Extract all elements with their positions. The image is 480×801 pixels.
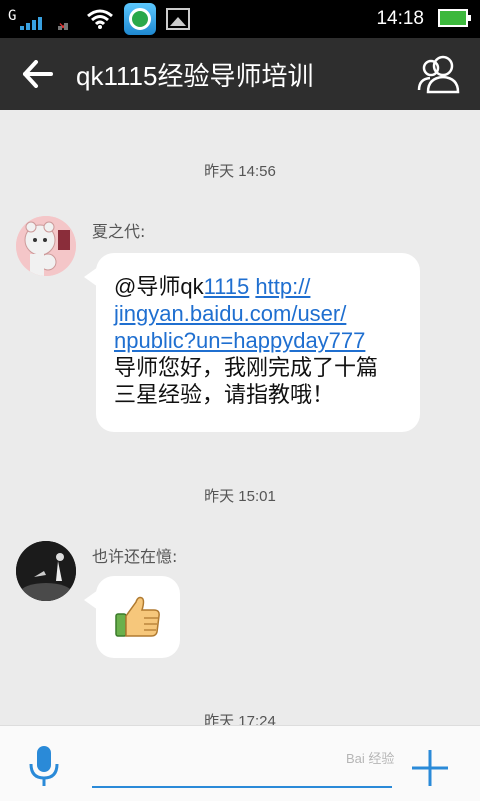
- link-url-line2[interactable]: jingyan.baidu.com/user/: [114, 301, 346, 326]
- wifi-icon: [87, 9, 113, 29]
- plus-icon: [412, 750, 448, 786]
- status-bar: G ✕ 14:18: [0, 0, 480, 38]
- back-button[interactable]: [18, 54, 58, 94]
- thumbs-up-icon: [115, 596, 160, 637]
- status-time: 14:18: [376, 8, 424, 29]
- message-bubble[interactable]: [84, 576, 180, 658]
- message-timestamp: 昨天 17:24: [204, 713, 276, 725]
- link-url-line3[interactable]: npublic?un=happyday777: [114, 328, 365, 353]
- sender-name: 也许还在憶:: [92, 547, 178, 566]
- add-attachment-button[interactable]: [408, 746, 452, 790]
- header: qk1115经验导师培训: [0, 38, 480, 110]
- input-bar: [0, 725, 480, 801]
- dark-scene-avatar-icon: [16, 541, 76, 601]
- avatar[interactable]: [16, 216, 76, 276]
- status-icons: G ✕: [8, 3, 190, 35]
- message-line: 导师您好，我刚完成了十篇: [114, 355, 379, 380]
- chat-list[interactable]: 昨天 14:56 夏之代: @导师qk1115 http:// jingyan.…: [0, 110, 480, 725]
- network-type-label: G: [8, 8, 17, 24]
- link-number[interactable]: 1115: [204, 274, 250, 299]
- watermark: Bai 经验: [346, 751, 395, 766]
- link-url[interactable]: http://: [255, 274, 310, 299]
- avatar[interactable]: [16, 541, 76, 601]
- voice-input-button[interactable]: [26, 744, 62, 788]
- sender-name: 夏之代:: [92, 222, 146, 241]
- thumbs-up-emoji: [114, 594, 162, 640]
- arrow-left-icon: [23, 60, 53, 88]
- group-members-button[interactable]: [416, 52, 462, 96]
- no-signal-icon: ✕: [54, 6, 76, 34]
- message-bubble[interactable]: @导师qk1115 http:// jingyan.baidu.com/user…: [84, 253, 420, 432]
- people-icon: [417, 55, 460, 94]
- signal-icon: G: [8, 6, 44, 32]
- message-text: @导师qk1115 http:// jingyan.baidu.com/user…: [114, 273, 414, 408]
- mention-text: @导师qk: [114, 274, 204, 299]
- image-notification-icon: [166, 8, 190, 30]
- microphone-icon: [29, 746, 59, 786]
- page-title: qk1115经验导师培训: [76, 61, 314, 91]
- input-underline: [92, 786, 392, 788]
- message-timestamp: 昨天 14:56: [204, 163, 276, 180]
- app-notification-icon: [124, 3, 156, 35]
- message-timestamp: 昨天 15:01: [204, 488, 276, 505]
- cartoon-avatar-icon: [16, 216, 76, 276]
- battery-charging-icon: [438, 9, 471, 27]
- message-line: 三星经验，请指教哦！: [114, 382, 335, 407]
